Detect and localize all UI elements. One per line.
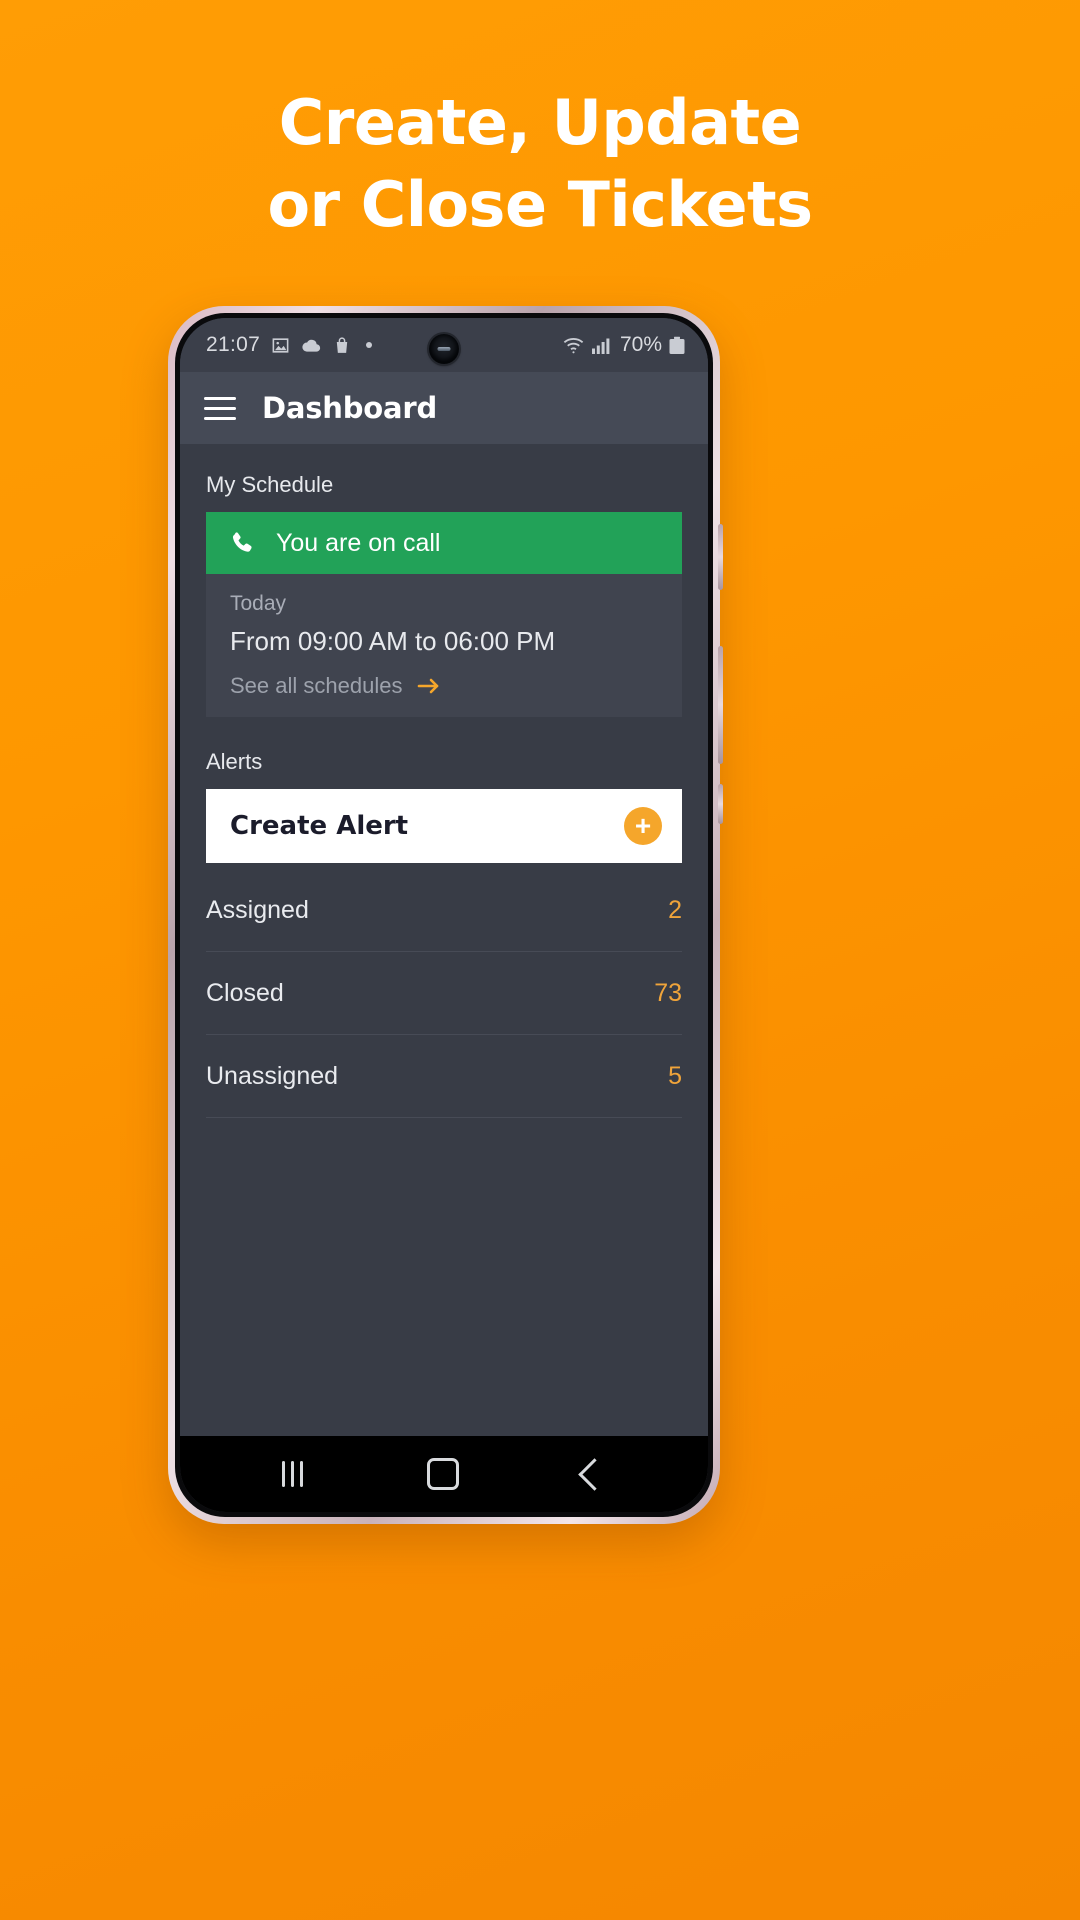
stat-value: 5 bbox=[668, 1061, 682, 1090]
cloud-icon bbox=[301, 336, 322, 355]
front-camera-icon bbox=[429, 334, 459, 364]
status-bar-right: 70% bbox=[562, 333, 686, 357]
on-call-banner[interactable]: You are on call bbox=[206, 512, 682, 574]
image-icon bbox=[271, 336, 290, 355]
phone-device-frame: 21:07 70% Dashboard My Schedule You are … bbox=[168, 306, 723, 1524]
phone-side-button-middle[interactable] bbox=[718, 646, 723, 764]
recents-icon[interactable] bbox=[282, 1461, 303, 1487]
see-all-schedules-link[interactable]: See all schedules bbox=[230, 673, 658, 699]
dashboard-content: My Schedule You are on call Today From 0… bbox=[180, 444, 708, 1436]
schedule-time-range: From 09:00 AM to 06:00 PM bbox=[230, 626, 556, 656]
shopping-bag-icon bbox=[333, 336, 351, 355]
see-all-schedules-label: See all schedules bbox=[230, 673, 403, 698]
stat-value: 2 bbox=[668, 895, 682, 924]
list-item[interactable]: Closed 73 bbox=[206, 952, 682, 1035]
battery-percentage: 70% bbox=[619, 333, 662, 356]
list-item[interactable]: Unassigned 5 bbox=[206, 1035, 682, 1118]
status-bar-left: 21:07 bbox=[206, 333, 373, 357]
create-alert-label: Create Alert bbox=[230, 811, 409, 841]
dot-icon bbox=[366, 342, 373, 348]
phone-side-button-top[interactable] bbox=[718, 524, 723, 590]
promo-stage: Create, Update or Close Tickets 21:07 70… bbox=[0, 0, 1080, 1920]
phone-side-button-bottom[interactable] bbox=[718, 784, 723, 824]
status-bar-clock: 21:07 bbox=[206, 333, 261, 356]
plus-icon[interactable]: + bbox=[624, 807, 662, 845]
battery-icon bbox=[668, 336, 686, 355]
page-title: Dashboard bbox=[262, 391, 438, 425]
alert-stats-list: Assigned 2 Closed 73 Unassigned 5 bbox=[180, 869, 708, 1118]
stat-value: 73 bbox=[654, 978, 682, 1007]
wifi-icon bbox=[562, 335, 585, 355]
create-alert-button[interactable]: Create Alert + bbox=[206, 789, 682, 863]
headline-line-1: Create, Update bbox=[278, 86, 802, 159]
my-schedule-label: My Schedule bbox=[206, 472, 334, 497]
stat-label: Assigned bbox=[206, 895, 309, 924]
back-icon[interactable] bbox=[578, 1457, 611, 1491]
arrow-right-icon bbox=[416, 676, 442, 696]
android-navigation-bar bbox=[180, 1436, 708, 1512]
list-item[interactable]: Assigned 2 bbox=[206, 869, 682, 952]
home-icon[interactable] bbox=[427, 1458, 459, 1490]
alerts-label: Alerts bbox=[206, 749, 263, 774]
on-call-text: You are on call bbox=[276, 528, 441, 557]
phone-screen: 21:07 70% Dashboard My Schedule You are … bbox=[180, 318, 708, 1512]
hamburger-menu-icon[interactable] bbox=[204, 396, 236, 420]
cellular-signal-icon bbox=[591, 336, 611, 355]
phone-bezel: 21:07 70% Dashboard My Schedule You are … bbox=[175, 313, 713, 1517]
promo-headline: Create, Update or Close Tickets bbox=[0, 82, 1080, 246]
stat-label: Unassigned bbox=[206, 1061, 339, 1090]
schedule-card: Today From 09:00 AM to 06:00 PM See all … bbox=[206, 574, 682, 717]
headline-line-2: or Close Tickets bbox=[267, 167, 813, 241]
app-bar: Dashboard bbox=[180, 372, 708, 444]
phone-icon bbox=[228, 529, 256, 557]
schedule-day-label: Today bbox=[230, 592, 287, 615]
stat-label: Closed bbox=[206, 978, 284, 1007]
